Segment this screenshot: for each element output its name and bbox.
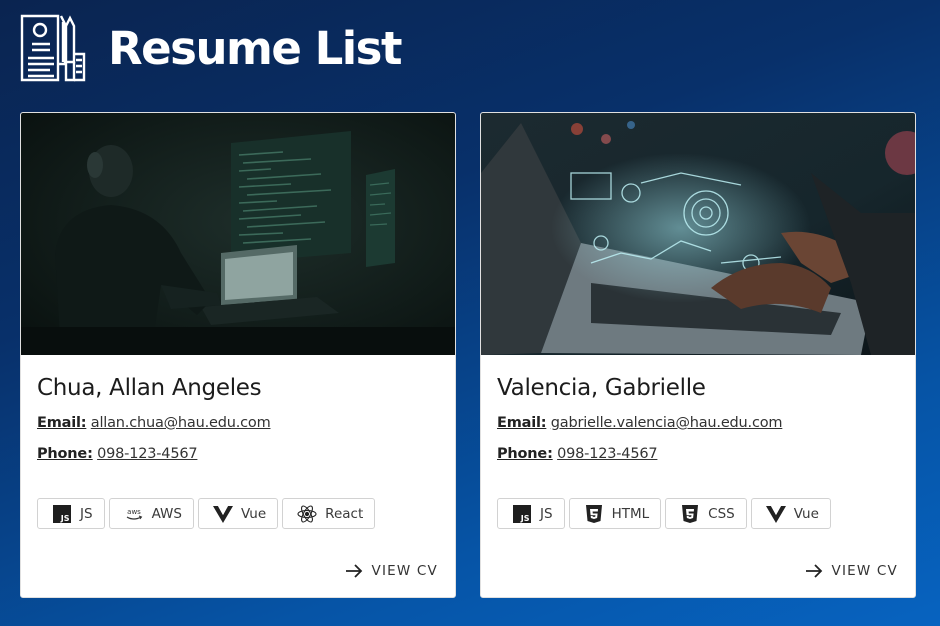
view-cv-label: VIEW CV <box>371 563 438 579</box>
email-label: Email: <box>497 415 547 431</box>
react-icon <box>297 504 317 524</box>
skill-chip-js[interactable]: JS JS <box>37 498 105 529</box>
skill-chip-js[interactable]: JS JS <box>497 498 565 529</box>
resume-card: Valencia, Gabrielle Email: gabrielle.val… <box>480 112 916 598</box>
skill-chip-aws[interactable]: aws AWS <box>108 498 194 529</box>
candidate-name: Chua, Allan Angeles <box>37 375 262 401</box>
phone-label: Phone: <box>497 446 553 462</box>
arrow-right-icon <box>345 564 362 578</box>
svg-text:JS: JS <box>60 514 70 523</box>
vue-icon <box>212 504 233 524</box>
phone-label: Phone: <box>37 446 93 462</box>
skill-label: JS <box>540 505 553 522</box>
skill-chip-react[interactable]: React <box>282 498 376 529</box>
js-icon: JS <box>512 504 532 524</box>
skill-chip-vue[interactable]: Vue <box>197 498 279 529</box>
page-header: Resume List <box>20 14 402 82</box>
email-link[interactable]: allan.chua@hau.edu.com <box>91 415 271 431</box>
page-title: Resume List <box>108 21 402 75</box>
css3-icon <box>680 504 700 524</box>
email-row: Email: gabrielle.valencia@hau.edu.com <box>497 415 783 431</box>
arrow-right-icon <box>805 564 822 578</box>
skill-chip-vue[interactable]: Vue <box>750 498 831 529</box>
svg-text:JS: JS <box>520 514 530 523</box>
skill-label: React <box>325 505 364 522</box>
js-icon: JS <box>52 504 72 524</box>
laptop-holographic-ui-photo <box>481 113 915 355</box>
skill-label: AWS <box>151 505 182 522</box>
view-cv-button[interactable]: VIEW CV <box>805 562 898 580</box>
phone-row: Phone: 098-123-4567 <box>497 446 658 462</box>
vue-icon <box>765 504 786 524</box>
resume-document-icon <box>20 14 86 82</box>
skill-chip-html[interactable]: HTML <box>568 498 662 529</box>
phone-link[interactable]: 098-123-4567 <box>557 446 658 462</box>
candidate-name: Valencia, Gabrielle <box>497 375 706 401</box>
skill-label: HTML <box>611 505 650 522</box>
phone-row: Phone: 098-123-4567 <box>37 446 198 462</box>
email-link[interactable]: gabrielle.valencia@hau.edu.com <box>551 415 783 431</box>
aws-icon: aws <box>124 504 144 524</box>
email-label: Email: <box>37 415 87 431</box>
skill-label: CSS <box>708 505 735 522</box>
phone-link[interactable]: 098-123-4567 <box>97 446 198 462</box>
skill-label: Vue <box>793 505 819 522</box>
skill-chip-css[interactable]: CSS <box>665 498 747 529</box>
skill-label: JS <box>80 505 93 522</box>
svg-text:aws: aws <box>127 508 141 516</box>
developer-at-monitors-photo <box>21 113 455 355</box>
view-cv-button[interactable]: VIEW CV <box>345 562 438 580</box>
html5-icon <box>584 504 604 524</box>
resume-card: Chua, Allan Angeles Email: allan.chua@ha… <box>20 112 456 598</box>
skill-chips: JS JS HTML CSS Vue <box>497 498 831 529</box>
email-row: Email: allan.chua@hau.edu.com <box>37 415 271 431</box>
view-cv-label: VIEW CV <box>831 563 898 579</box>
skill-chips: JS JS aws AWS Vue React <box>37 498 376 529</box>
skill-label: Vue <box>240 505 267 522</box>
